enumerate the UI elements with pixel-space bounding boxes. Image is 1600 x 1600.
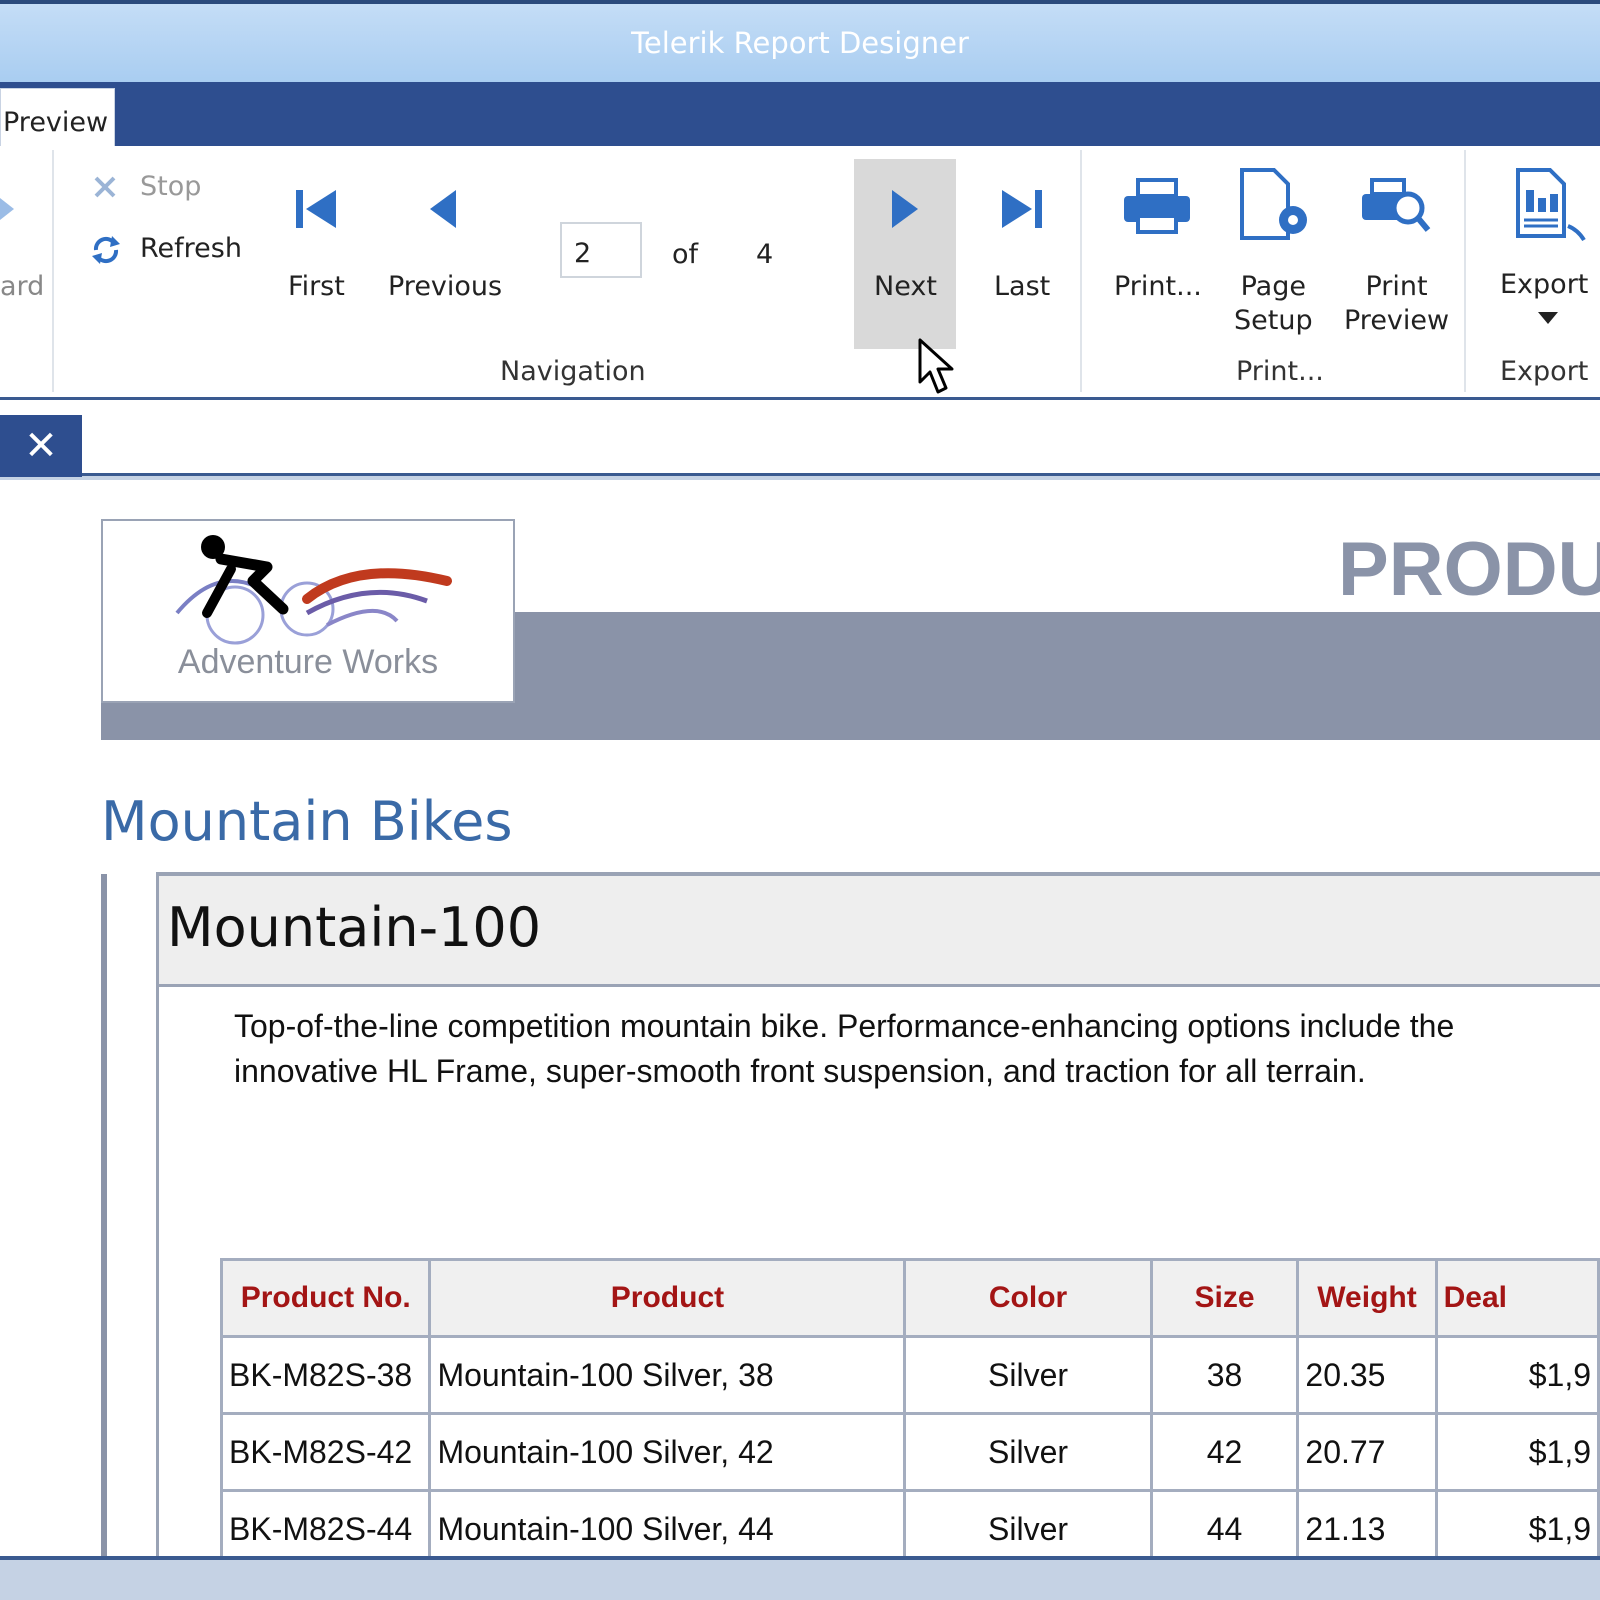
mouse-cursor-icon	[918, 338, 954, 394]
last-page-icon	[1002, 190, 1042, 228]
previous-page-icon	[430, 190, 456, 228]
window-title: Telerik Report Designer	[631, 26, 969, 60]
company-logo: Adventure Works	[101, 519, 515, 703]
product-header-band: Mountain-100	[159, 876, 1600, 987]
product-description: Top-of-the-line competition mountain bik…	[234, 1008, 1455, 1089]
ribbon: ard Stop Refresh First Previous 2 of 4 N…	[0, 146, 1600, 400]
next-button[interactable]: Next	[874, 270, 937, 304]
export-group-label: Export	[1500, 356, 1589, 387]
stop-button[interactable]: Stop	[140, 170, 201, 204]
of-label: of	[672, 239, 699, 270]
ribbon-separator	[52, 150, 54, 392]
previous-button[interactable]: Previous	[388, 270, 502, 304]
category-heading: Mountain Bikes	[101, 790, 513, 853]
cell-color: Silver	[903, 1412, 1153, 1492]
ribbon-separator	[1464, 150, 1466, 392]
horizontal-scrollbar[interactable]	[0, 1556, 1600, 1600]
last-button[interactable]: Last	[994, 270, 1050, 304]
cell-weight: 20.35	[1296, 1335, 1438, 1415]
first-button[interactable]: First	[288, 270, 345, 304]
tab-preview[interactable]: Preview	[0, 88, 115, 146]
cell-size: 38	[1149, 1335, 1300, 1415]
print-preview-button[interactable]: Print Preview	[1344, 270, 1449, 338]
report-title: PRODU	[1338, 527, 1600, 612]
export-button[interactable]: Export	[1500, 268, 1588, 302]
forward-arrow-icon[interactable]	[0, 194, 20, 224]
print-preview-label-line1: Print	[1365, 271, 1428, 302]
cell-dealer-price: $1,9	[1434, 1412, 1600, 1492]
cell-color: Silver	[903, 1335, 1153, 1415]
cyclist-logo-icon	[175, 535, 452, 645]
group-left-rule	[101, 874, 107, 1560]
table-row: BK-M82S-38 Mountain-100 Silver, 38 Silve…	[219, 1335, 1600, 1415]
refresh-icon	[92, 236, 120, 264]
page-setup-button[interactable]: Page Setup	[1234, 270, 1313, 338]
column-header-weight: Weight	[1296, 1258, 1438, 1338]
navigation-group-label: Navigation	[500, 356, 646, 387]
printer-icon	[1124, 178, 1190, 234]
wizard-button-label[interactable]: ard	[0, 270, 44, 304]
close-icon[interactable]: ✕	[0, 415, 82, 477]
next-page-icon	[892, 190, 918, 228]
print-button[interactable]: Print...	[1114, 270, 1202, 304]
column-header-size: Size	[1149, 1258, 1300, 1338]
cell-product-no: BK-M82S-38	[219, 1335, 432, 1415]
print-preview-icon	[1362, 178, 1431, 232]
document-tab-bar: ✕	[0, 400, 1600, 480]
ribbon-tab-strip: Preview	[0, 82, 1600, 146]
product-name: Mountain-100	[167, 896, 542, 959]
page-setup-icon	[1240, 168, 1307, 240]
cell-product: Mountain-100 Silver, 42	[428, 1412, 907, 1492]
column-header-product: Product	[428, 1258, 907, 1338]
cell-size: 42	[1149, 1412, 1300, 1492]
column-header-product-no: Product No.	[219, 1258, 432, 1338]
table-row: BK-M82S-42 Mountain-100 Silver, 42 Silve…	[219, 1412, 1600, 1492]
stop-icon	[94, 176, 116, 198]
cell-product: Mountain-100 Silver, 38	[428, 1335, 907, 1415]
page-number-input[interactable]: 2	[560, 222, 642, 278]
refresh-button[interactable]: Refresh	[140, 232, 242, 266]
product-table: Product No. Product Color Size Weight De…	[219, 1258, 1600, 1569]
export-icon	[1516, 168, 1586, 242]
document-tab-divider	[82, 473, 1600, 476]
print-preview-label-line2: Preview	[1344, 305, 1450, 336]
ribbon-separator	[1080, 150, 1082, 392]
page-setup-label-line1: Page	[1240, 271, 1306, 302]
page-total: 4	[756, 239, 774, 270]
chevron-down-icon[interactable]	[1538, 312, 1558, 324]
title-bar: Telerik Report Designer	[0, 0, 1600, 82]
first-page-icon	[296, 190, 336, 228]
logo-text: Adventure Works	[177, 643, 439, 681]
column-header-dealer-price: Deal	[1434, 1258, 1600, 1338]
print-group-label: Print...	[1236, 356, 1324, 387]
cell-weight: 20.77	[1296, 1412, 1438, 1492]
cell-dealer-price: $1,9	[1434, 1335, 1600, 1415]
table-header-row: Product No. Product Color Size Weight De…	[219, 1258, 1600, 1338]
cell-product-no: BK-M82S-42	[219, 1412, 432, 1492]
page-setup-label-line2: Setup	[1234, 305, 1313, 336]
column-header-color: Color	[903, 1258, 1153, 1338]
